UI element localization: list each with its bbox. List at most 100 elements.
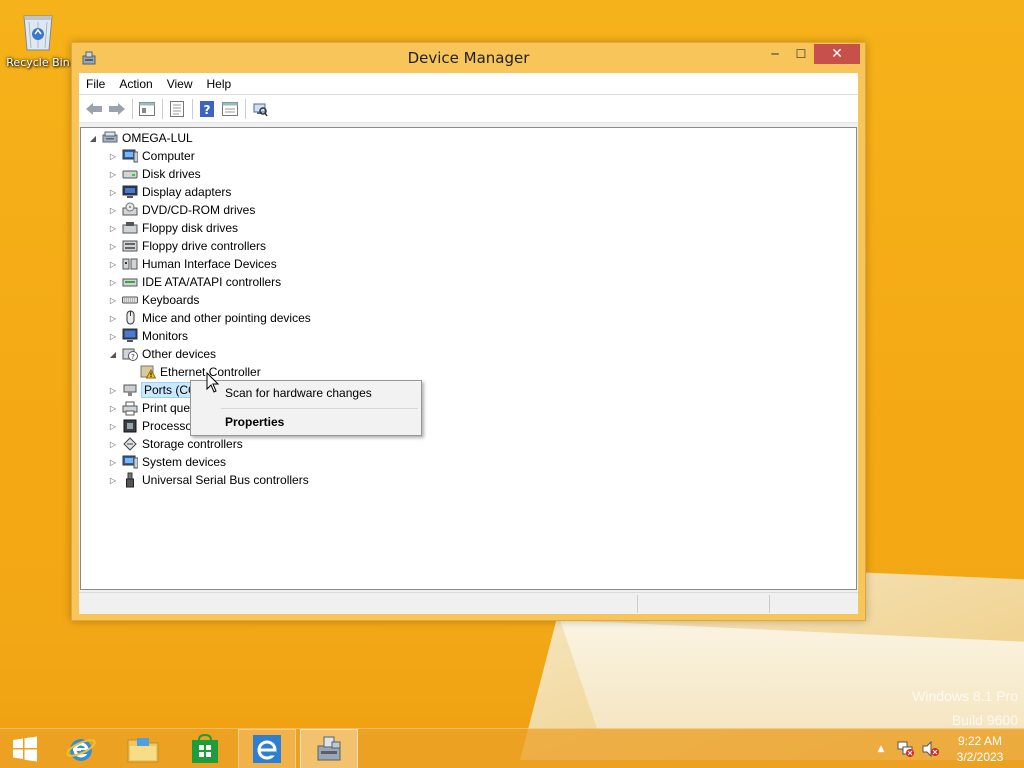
ide-controller-icon: [121, 274, 139, 290]
expand-arrow-icon[interactable]: ▷: [107, 278, 119, 287]
tree-category-item[interactable]: ▷ System devices: [107, 453, 226, 471]
start-button[interactable]: [0, 729, 50, 768]
tree-root[interactable]: ◢ OMEGA-LUL: [87, 129, 193, 147]
device-tree[interactable]: ◢ OMEGA-LUL ▷ Computer ▷ Disk drives ▷ Displa…: [80, 127, 857, 590]
chevron-up-icon: ▲: [877, 744, 885, 754]
tree-category-item[interactable]: ▷ Monitors: [107, 327, 188, 345]
internet-explorer-icon: [66, 739, 96, 761]
collapse-arrow-icon[interactable]: ◢: [107, 350, 119, 359]
taskbar-clock[interactable]: 9:22 AM 3/2/2023: [944, 733, 1016, 765]
expand-arrow-icon[interactable]: ▷: [107, 458, 119, 467]
tree-category-item[interactable]: ▷ Keyboards: [107, 291, 199, 309]
storage-controller-icon: [121, 436, 139, 452]
internet-explorer-icon: [253, 735, 281, 763]
tree-category-item[interactable]: ▷ Mice and other pointing devices: [107, 309, 311, 327]
taskbar-device-manager[interactable]: [300, 729, 358, 768]
tree-category-item[interactable]: ▷ Ports (CO: [107, 381, 201, 399]
back-icon: [86, 102, 102, 115]
warning-device-icon: [139, 364, 157, 380]
tree-category-item[interactable]: ▷ Computer: [107, 147, 195, 165]
expand-arrow-icon[interactable]: ▷: [107, 170, 119, 179]
tree-category-item[interactable]: ▷ DVD/CD-ROM drives: [107, 201, 255, 219]
expand-arrow-icon[interactable]: ▷: [107, 440, 119, 449]
unknown-device-icon: ?: [121, 346, 139, 362]
tree-item-label: Floppy drive controllers: [142, 239, 267, 253]
menu-view[interactable]: View: [160, 77, 200, 91]
tree-item-label: Computer: [142, 149, 195, 163]
properties-sheet-button[interactable]: [136, 98, 158, 120]
collapse-arrow-icon[interactable]: ◢: [87, 134, 99, 143]
tree-category-item[interactable]: ▷ Disk drives: [107, 165, 201, 183]
show-hidden-icons-button[interactable]: ▲: [874, 729, 888, 768]
tree-category-item[interactable]: ▷ Processo: [107, 417, 192, 435]
menu-action[interactable]: Action: [112, 77, 159, 91]
menu-file[interactable]: File: [79, 77, 112, 91]
context-menu-scan[interactable]: Scan for hardware changes: [225, 383, 372, 403]
file-explorer-icon: [127, 738, 159, 763]
processor-icon: [121, 418, 139, 434]
close-button[interactable]: ✕: [814, 44, 860, 64]
tree-category-item[interactable]: ▷ Floppy drive controllers: [107, 237, 266, 255]
view-icon: [222, 101, 238, 116]
tray-network[interactable]: [896, 729, 916, 768]
maximize-button[interactable]: ☐: [788, 44, 814, 64]
tree-category-item[interactable]: ▷ Floppy disk drives: [107, 219, 238, 237]
tree-category-item[interactable]: ▷ Human Interface Devices: [107, 255, 277, 273]
scan-hardware-button[interactable]: [249, 98, 271, 120]
network-disconnected-icon: [897, 741, 914, 757]
tree-category-item[interactable]: ◢? Other devices: [107, 345, 216, 363]
clock-date: 3/2/2023: [956, 750, 1004, 764]
console-tree-icon: [170, 100, 184, 117]
expand-arrow-icon[interactable]: ▷: [107, 260, 119, 269]
taskbar-internet-explorer-open[interactable]: [238, 729, 296, 768]
view-button[interactable]: [219, 98, 241, 120]
mouse-icon: [121, 310, 139, 326]
console-tree-button[interactable]: [166, 98, 188, 120]
scan-hardware-icon: [253, 103, 268, 116]
menu-help[interactable]: Help: [200, 77, 239, 91]
expand-arrow-icon[interactable]: ▷: [107, 404, 119, 413]
tree-item-label: Universal Serial Bus controllers: [142, 473, 309, 487]
tree-category-item[interactable]: ▷ Display adapters: [107, 183, 231, 201]
expand-arrow-icon[interactable]: ▷: [107, 224, 119, 233]
help-button[interactable]: ?: [196, 98, 218, 120]
tree-item-label: Display adapters: [142, 185, 232, 199]
title-bar[interactable]: Device Manager ─ ☐ ✕: [72, 43, 865, 73]
menu-bar: File Action View Help: [79, 73, 858, 95]
context-menu-properties[interactable]: Properties: [225, 412, 284, 432]
expand-arrow-icon[interactable]: ▷: [107, 386, 119, 395]
expand-arrow-icon[interactable]: ▷: [107, 206, 119, 215]
close-icon: ✕: [831, 46, 843, 62]
tree-item-label: Floppy disk drives: [142, 221, 239, 235]
tree-category-item[interactable]: ▷ Storage controllers: [107, 435, 243, 453]
minimize-button[interactable]: ─: [762, 44, 788, 64]
tree-item-label: System devices: [142, 455, 227, 469]
recycle-bin-shortcut[interactable]: Recycle Bin: [4, 6, 72, 76]
display-adapter-icon: [121, 184, 139, 200]
expand-arrow-icon[interactable]: ▷: [107, 314, 119, 323]
tree-device-item[interactable]: Ethernet Controller: [125, 363, 261, 381]
tree-category-item[interactable]: ▷ Print que: [107, 399, 190, 417]
expand-arrow-icon[interactable]: ▷: [107, 422, 119, 431]
taskbar-internet-explorer[interactable]: [52, 729, 110, 768]
back-button[interactable]: [83, 98, 105, 120]
expand-arrow-icon[interactable]: ▷: [107, 296, 119, 305]
taskbar: ▲ 9:22 AM 3/2/2023: [0, 728, 1024, 768]
expand-arrow-icon[interactable]: ▷: [107, 242, 119, 251]
taskbar-file-explorer[interactable]: [114, 729, 172, 768]
dvd-drive-icon: [121, 202, 139, 218]
usb-icon: [121, 472, 139, 488]
tree-category-item[interactable]: ▷ IDE ATA/ATAPI controllers: [107, 273, 281, 291]
expand-arrow-icon[interactable]: ▷: [107, 152, 119, 161]
expand-arrow-icon[interactable]: ▷: [107, 476, 119, 485]
tray-volume[interactable]: [920, 729, 940, 768]
context-menu: Scan for hardware changes Properties: [190, 380, 422, 436]
forward-button[interactable]: [106, 98, 128, 120]
printer-icon: [121, 400, 139, 416]
tree-category-item[interactable]: ▷ Universal Serial Bus controllers: [107, 471, 309, 489]
monitor-icon: [121, 328, 139, 344]
expand-arrow-icon[interactable]: ▷: [107, 188, 119, 197]
taskbar-store[interactable]: [176, 729, 234, 768]
mouse-cursor-icon: [206, 372, 220, 393]
expand-arrow-icon[interactable]: ▷: [107, 332, 119, 341]
